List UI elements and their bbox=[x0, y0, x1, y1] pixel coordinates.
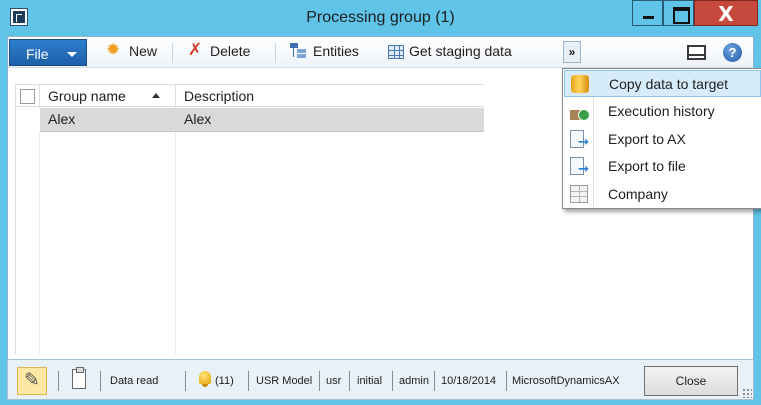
toolbar-divider bbox=[172, 43, 173, 63]
close-button[interactable]: Close bbox=[644, 366, 738, 396]
title-bar[interactable]: Processing group (1) X bbox=[0, 0, 761, 36]
column-divider bbox=[39, 132, 40, 354]
edit-mode-pencil-icon[interactable] bbox=[17, 367, 47, 395]
help-icon[interactable]: ? bbox=[723, 43, 742, 62]
file-menu-button[interactable]: File bbox=[9, 39, 87, 66]
sort-ascending-icon bbox=[152, 93, 160, 98]
menu-item-label: Export to file bbox=[608, 158, 686, 174]
menu-item-label: Export to AX bbox=[608, 131, 686, 147]
window-close-button[interactable]: X bbox=[694, 0, 758, 26]
menu-item-export-to-file[interactable]: Export to file bbox=[564, 153, 761, 180]
status-divider bbox=[58, 371, 59, 391]
session-date: 10/18/2014 bbox=[441, 375, 497, 387]
cell-group-name[interactable]: Alex bbox=[48, 111, 75, 127]
delete-label: Delete bbox=[210, 43, 251, 59]
more-actions-button[interactable]: » bbox=[563, 41, 581, 63]
column-divider bbox=[175, 132, 176, 354]
company-grid-icon bbox=[570, 185, 588, 203]
history-icon bbox=[570, 102, 590, 121]
table-row[interactable]: Alex Alex bbox=[40, 108, 484, 132]
model-indicator: USR Model bbox=[256, 375, 313, 387]
status-divider bbox=[392, 371, 393, 391]
status-bar: Data read (11) USR Model usr initial adm… bbox=[7, 359, 754, 400]
new-label: New bbox=[129, 43, 158, 59]
entities-label: Entities bbox=[313, 43, 359, 59]
more-actions-menu: Copy data to target Execution history Ex… bbox=[562, 68, 761, 209]
resize-grip-icon[interactable] bbox=[742, 388, 752, 398]
fact-box-toggle-icon[interactable] bbox=[687, 45, 706, 60]
menu-item-execution-history[interactable]: Execution history bbox=[564, 98, 761, 125]
cylinder-icon bbox=[571, 75, 589, 93]
entities-button[interactable]: Entities bbox=[290, 43, 359, 63]
export-document-icon bbox=[570, 130, 589, 150]
status-text: Data read bbox=[110, 375, 159, 387]
menu-item-export-to-ax[interactable]: Export to AX bbox=[564, 126, 761, 153]
notification-count[interactable]: (11) bbox=[215, 375, 234, 387]
table-grid-icon bbox=[388, 45, 404, 59]
get-staging-data-button[interactable]: Get staging data bbox=[388, 43, 512, 63]
menu-item-label: Copy data to target bbox=[609, 76, 729, 92]
file-menu-label: File bbox=[26, 46, 49, 62]
select-all-checkbox[interactable] bbox=[20, 89, 35, 104]
grid-header: Group name Description bbox=[16, 84, 484, 108]
column-header-description[interactable]: Description bbox=[184, 88, 254, 104]
delete-icon bbox=[187, 40, 205, 60]
application-window: Processing group (1) X File New Delete E… bbox=[0, 0, 761, 405]
status-divider bbox=[434, 371, 435, 391]
menu-item-copy-data-to-target[interactable]: Copy data to target bbox=[564, 70, 761, 97]
status-divider bbox=[506, 371, 507, 391]
user-indicator: admin bbox=[399, 375, 429, 387]
column-header-group-name[interactable]: Group name bbox=[48, 88, 126, 104]
menu-item-label: Execution history bbox=[608, 103, 715, 119]
status-divider bbox=[100, 371, 101, 391]
new-star-icon bbox=[106, 40, 124, 60]
export-document-icon bbox=[570, 157, 589, 177]
partition-indicator: initial bbox=[357, 375, 383, 387]
status-divider bbox=[349, 371, 350, 391]
column-divider bbox=[39, 85, 40, 108]
document-attachment-icon[interactable] bbox=[72, 367, 86, 389]
get-staging-data-label: Get staging data bbox=[409, 43, 512, 59]
layer-indicator: usr bbox=[326, 375, 342, 387]
menu-item-company[interactable]: Company bbox=[564, 181, 761, 208]
delete-button[interactable]: Delete bbox=[187, 40, 251, 63]
database-indicator: MicrosoftDynamicsAX bbox=[512, 375, 620, 387]
form-client-area: File New Delete Entities Get staging dat… bbox=[7, 36, 761, 398]
maximize-button[interactable] bbox=[663, 0, 694, 26]
column-divider bbox=[175, 85, 176, 108]
status-divider bbox=[185, 371, 186, 391]
minimize-button[interactable] bbox=[632, 0, 663, 26]
status-divider bbox=[248, 371, 249, 391]
cell-description[interactable]: Alex bbox=[184, 111, 211, 127]
entities-icon bbox=[290, 43, 308, 59]
notification-bell-icon[interactable] bbox=[197, 370, 213, 388]
action-pane: File New Delete Entities Get staging dat… bbox=[8, 37, 753, 68]
close-icon: X bbox=[718, 2, 734, 26]
chevron-down-icon bbox=[67, 52, 77, 57]
toolbar-divider bbox=[275, 43, 276, 63]
status-divider bbox=[319, 371, 320, 391]
menu-item-label: Company bbox=[608, 186, 668, 202]
new-button[interactable]: New bbox=[106, 40, 158, 63]
